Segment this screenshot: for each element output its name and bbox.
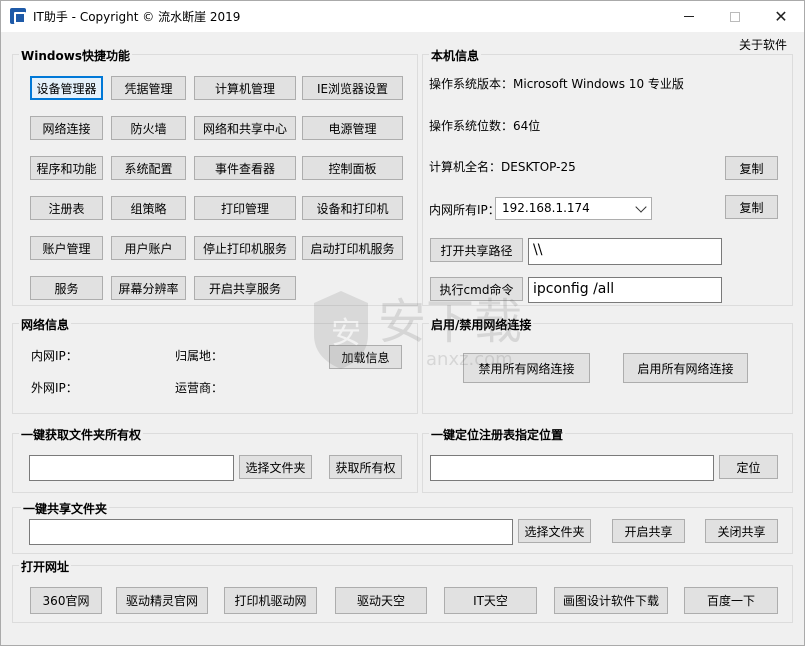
shortcut-button-2[interactable]: 凭据管理 (111, 76, 186, 100)
enable-network-button[interactable]: 启用所有网络连接 (623, 353, 748, 383)
app-icon (10, 8, 26, 24)
share-folder-title: 一键共享文件夹 (21, 500, 110, 517)
shortcut-button-17[interactable]: 账户管理 (30, 236, 103, 260)
ip-select-value: 192.168.1.174 (502, 201, 590, 215)
url-button-4[interactable]: 驱动天空 (335, 587, 427, 614)
shortcut-button-22[interactable]: 屏幕分辨率 (111, 276, 186, 300)
open-urls-title: 打开网址 (19, 558, 72, 575)
local-info-title: 本机信息 (429, 47, 482, 64)
folder-owner-path-input[interactable] (29, 455, 234, 481)
url-button-6[interactable]: 画图设计软件下载 (554, 587, 668, 614)
shortcut-button-15[interactable]: 打印管理 (194, 196, 296, 220)
url-button-3[interactable]: 打印机驱动网 (224, 587, 317, 614)
chevron-down-icon (635, 201, 647, 213)
windows-shortcuts-title: Windows快捷功能 (19, 47, 132, 64)
shortcut-button-4[interactable]: IE浏览器设置 (302, 76, 403, 100)
computer-name-label: 计算机全名：DESKTOP-25 (429, 160, 576, 174)
shortcut-button-16[interactable]: 设备和打印机 (302, 196, 403, 220)
main-window: IT助手 - Copyright © 流水断崖 2019 ✕ 关于软件 Wind… (0, 0, 805, 646)
take-ownership-button[interactable]: 获取所有权 (329, 455, 402, 479)
minimize-icon (684, 16, 694, 17)
os-bits-label: 操作系统位数：64位 (429, 119, 541, 133)
close-button[interactable]: ✕ (758, 1, 804, 32)
shortcut-button-18[interactable]: 用户账户 (111, 236, 186, 260)
network-info-title: 网络信息 (19, 316, 72, 333)
disable-network-button[interactable]: 禁用所有网络连接 (463, 353, 590, 383)
cmd-input[interactable]: ipconfig /all (528, 277, 722, 303)
copy-computer-name-button[interactable]: 复制 (725, 156, 778, 180)
shortcut-button-19[interactable]: 停止打印机服务 (194, 236, 296, 260)
ip-select[interactable]: 192.168.1.174 (495, 197, 652, 220)
net-toggle-title: 启用/禁用网络连接 (429, 316, 534, 333)
url-button-7[interactable]: 百度一下 (684, 587, 778, 614)
isp-label: 运营商： (175, 381, 224, 395)
share-folder-choose-button[interactable]: 选择文件夹 (518, 519, 591, 543)
close-icon: ✕ (774, 7, 788, 26)
load-info-button[interactable]: 加载信息 (329, 345, 402, 369)
shortcut-button-11[interactable]: 事件查看器 (194, 156, 296, 180)
folder-owner-title: 一键获取文件夹所有权 (19, 426, 144, 443)
shortcut-button-7[interactable]: 网络和共享中心 (194, 116, 296, 140)
registry-path-input[interactable] (430, 455, 714, 481)
about-menu[interactable]: 关于软件 (739, 36, 787, 53)
share-path-input[interactable]: \\ (528, 238, 722, 265)
shortcut-button-12[interactable]: 控制面板 (302, 156, 403, 180)
ip-label: 内网所有IP： (429, 203, 500, 217)
minimize-button[interactable] (666, 1, 712, 32)
window-title: IT助手 - Copyright © 流水断崖 2019 (33, 10, 241, 24)
shortcut-button-8[interactable]: 电源管理 (302, 116, 403, 140)
close-share-button[interactable]: 关闭共享 (705, 519, 778, 543)
lan-ip-label: 内网IP： (31, 349, 78, 363)
shortcut-button-20[interactable]: 启动打印机服务 (302, 236, 403, 260)
shortcut-button-1[interactable]: 设备管理器 (30, 76, 103, 100)
shortcut-button-5[interactable]: 网络连接 (30, 116, 103, 140)
shortcut-button-6[interactable]: 防火墙 (111, 116, 186, 140)
locate-button[interactable]: 定位 (719, 455, 778, 479)
shortcut-button-14[interactable]: 组策略 (111, 196, 186, 220)
shortcut-button-13[interactable]: 注册表 (30, 196, 103, 220)
maximize-icon (730, 11, 740, 22)
shortcut-button-21[interactable]: 服务 (30, 276, 103, 300)
location-label: 归属地： (175, 349, 224, 363)
folder-owner-choose-button[interactable]: 选择文件夹 (239, 455, 312, 479)
url-button-5[interactable]: IT天空 (444, 587, 537, 614)
registry-locate-title: 一键定位注册表指定位置 (429, 426, 566, 443)
open-share-path-button[interactable]: 打开共享路径 (430, 238, 523, 262)
wan-ip-label: 外网IP： (31, 381, 78, 395)
shortcut-button-9[interactable]: 程序和功能 (30, 156, 103, 180)
url-button-1[interactable]: 360官网 (30, 587, 102, 614)
open-share-button[interactable]: 开启共享 (612, 519, 685, 543)
shortcut-button-10[interactable]: 系统配置 (111, 156, 186, 180)
run-cmd-button[interactable]: 执行cmd命令 (430, 277, 523, 301)
title-bar: IT助手 - Copyright © 流水断崖 2019 ✕ (1, 1, 804, 32)
shortcut-button-3[interactable]: 计算机管理 (194, 76, 296, 100)
maximize-button[interactable] (712, 1, 758, 32)
shortcut-button-23[interactable]: 开启共享服务 (194, 276, 296, 300)
share-folder-path-input[interactable] (29, 519, 513, 545)
url-button-2[interactable]: 驱动精灵官网 (116, 587, 208, 614)
os-version-label: 操作系统版本：Microsoft Windows 10 专业版 (429, 77, 684, 91)
copy-ip-button[interactable]: 复制 (725, 195, 778, 219)
